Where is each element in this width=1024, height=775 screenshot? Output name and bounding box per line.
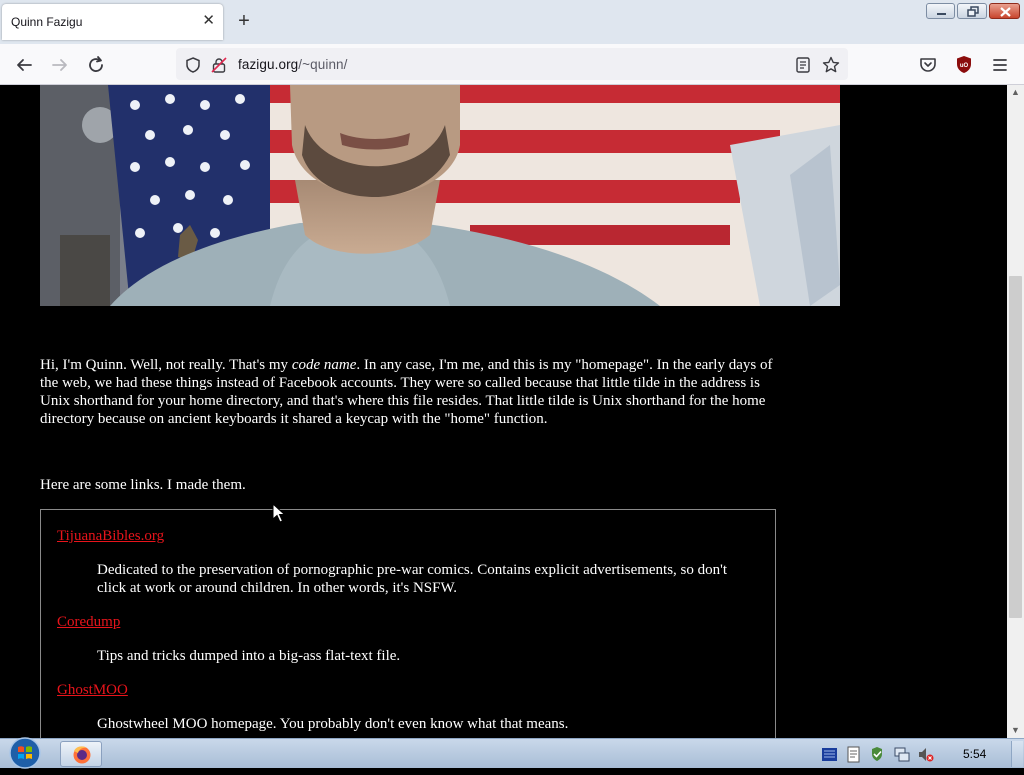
intro-paragraph: Hi, I'm Quinn. Well, not really. That's … (40, 356, 785, 428)
navigation-toolbar: fazigu.org/~quinn/ uO (0, 44, 1024, 85)
tab-bar: Quinn Fazigu ✕ + (0, 0, 1024, 44)
link-ghostmoo[interactable]: GhostMOO (57, 682, 128, 698)
notepad-icon[interactable] (845, 746, 862, 763)
scroll-up-icon[interactable]: ▲ (1011, 87, 1020, 97)
mouse-cursor-icon (272, 503, 286, 523)
shield-icon[interactable] (184, 56, 202, 74)
links-heading: Here are some links. I made them. (40, 477, 246, 493)
url-bar[interactable]: fazigu.org/~quinn/ (176, 48, 848, 80)
window-restore-button[interactable] (957, 3, 987, 19)
url-text[interactable]: fazigu.org/~quinn/ (238, 57, 348, 72)
close-icon (1000, 7, 1011, 17)
tab-active[interactable]: Quinn Fazigu ✕ (2, 4, 223, 40)
restore-icon (967, 6, 979, 17)
menu-icon[interactable] (988, 53, 1012, 77)
bookmark-star-icon[interactable] (822, 56, 840, 74)
link-description: Dedicated to the preservation of pornogr… (97, 562, 728, 596)
url-path: /~quinn/ (298, 57, 348, 72)
tab-title: Quinn Fazigu (11, 15, 83, 29)
reader-view-icon[interactable] (794, 56, 812, 74)
tab-close-icon[interactable]: ✕ (202, 13, 215, 29)
scroll-down-icon[interactable]: ▼ (1011, 725, 1020, 735)
taskbar: 5:54 (0, 736, 1024, 770)
link-item-coredump: Coredump (57, 613, 120, 631)
forward-icon[interactable] (48, 53, 72, 77)
url-host: fazigu.org (238, 57, 299, 72)
svg-text:uO: uO (960, 63, 969, 69)
show-desktop-button[interactable] (1011, 741, 1023, 767)
security-icon[interactable] (869, 746, 886, 763)
link-coredump[interactable]: Coredump (57, 614, 120, 630)
page-viewport: Hi, I'm Quinn. Well, not really. That's … (0, 85, 1007, 738)
network-icon[interactable] (893, 746, 910, 763)
new-tab-button[interactable]: + (233, 10, 255, 32)
link-description: Tips and tricks dumped into a big-ass fl… (97, 648, 401, 664)
reload-icon[interactable] (84, 53, 108, 77)
taskbar-firefox-button[interactable] (60, 741, 102, 767)
firefox-icon (73, 746, 91, 764)
profile-photo (40, 85, 840, 306)
ublock-icon[interactable]: uO (952, 53, 976, 77)
window-minimize-button[interactable] (926, 3, 955, 19)
intro-code-name: code name (291, 357, 357, 373)
volume-muted-icon[interactable] (917, 746, 934, 763)
windows-start-icon[interactable] (6, 736, 44, 770)
back-icon[interactable] (12, 53, 36, 77)
window-close-button[interactable] (989, 3, 1020, 19)
vertical-scrollbar[interactable]: ▲ ▼ (1007, 85, 1024, 738)
minimize-icon (937, 13, 946, 15)
intro-text-1: Hi, I'm Quinn. Well, not really. That's … (40, 357, 292, 373)
insecure-lock-icon[interactable] (210, 56, 228, 74)
taskbar-clock[interactable]: 5:54 (963, 747, 986, 761)
link-description: Ghostwheel MOO homepage. You probably do… (97, 716, 569, 732)
keyboard-icon[interactable] (821, 746, 838, 763)
scroll-thumb[interactable] (1009, 276, 1022, 618)
pocket-icon[interactable] (916, 53, 940, 77)
link-tijuanabibles[interactable]: TijuanaBibles.org (57, 528, 164, 544)
links-list: TijuanaBibles.org Dedicated to the prese… (40, 509, 776, 738)
link-item-ghostmoo: GhostMOO (57, 681, 128, 699)
link-item-tijuanabibles: TijuanaBibles.org (57, 527, 164, 545)
